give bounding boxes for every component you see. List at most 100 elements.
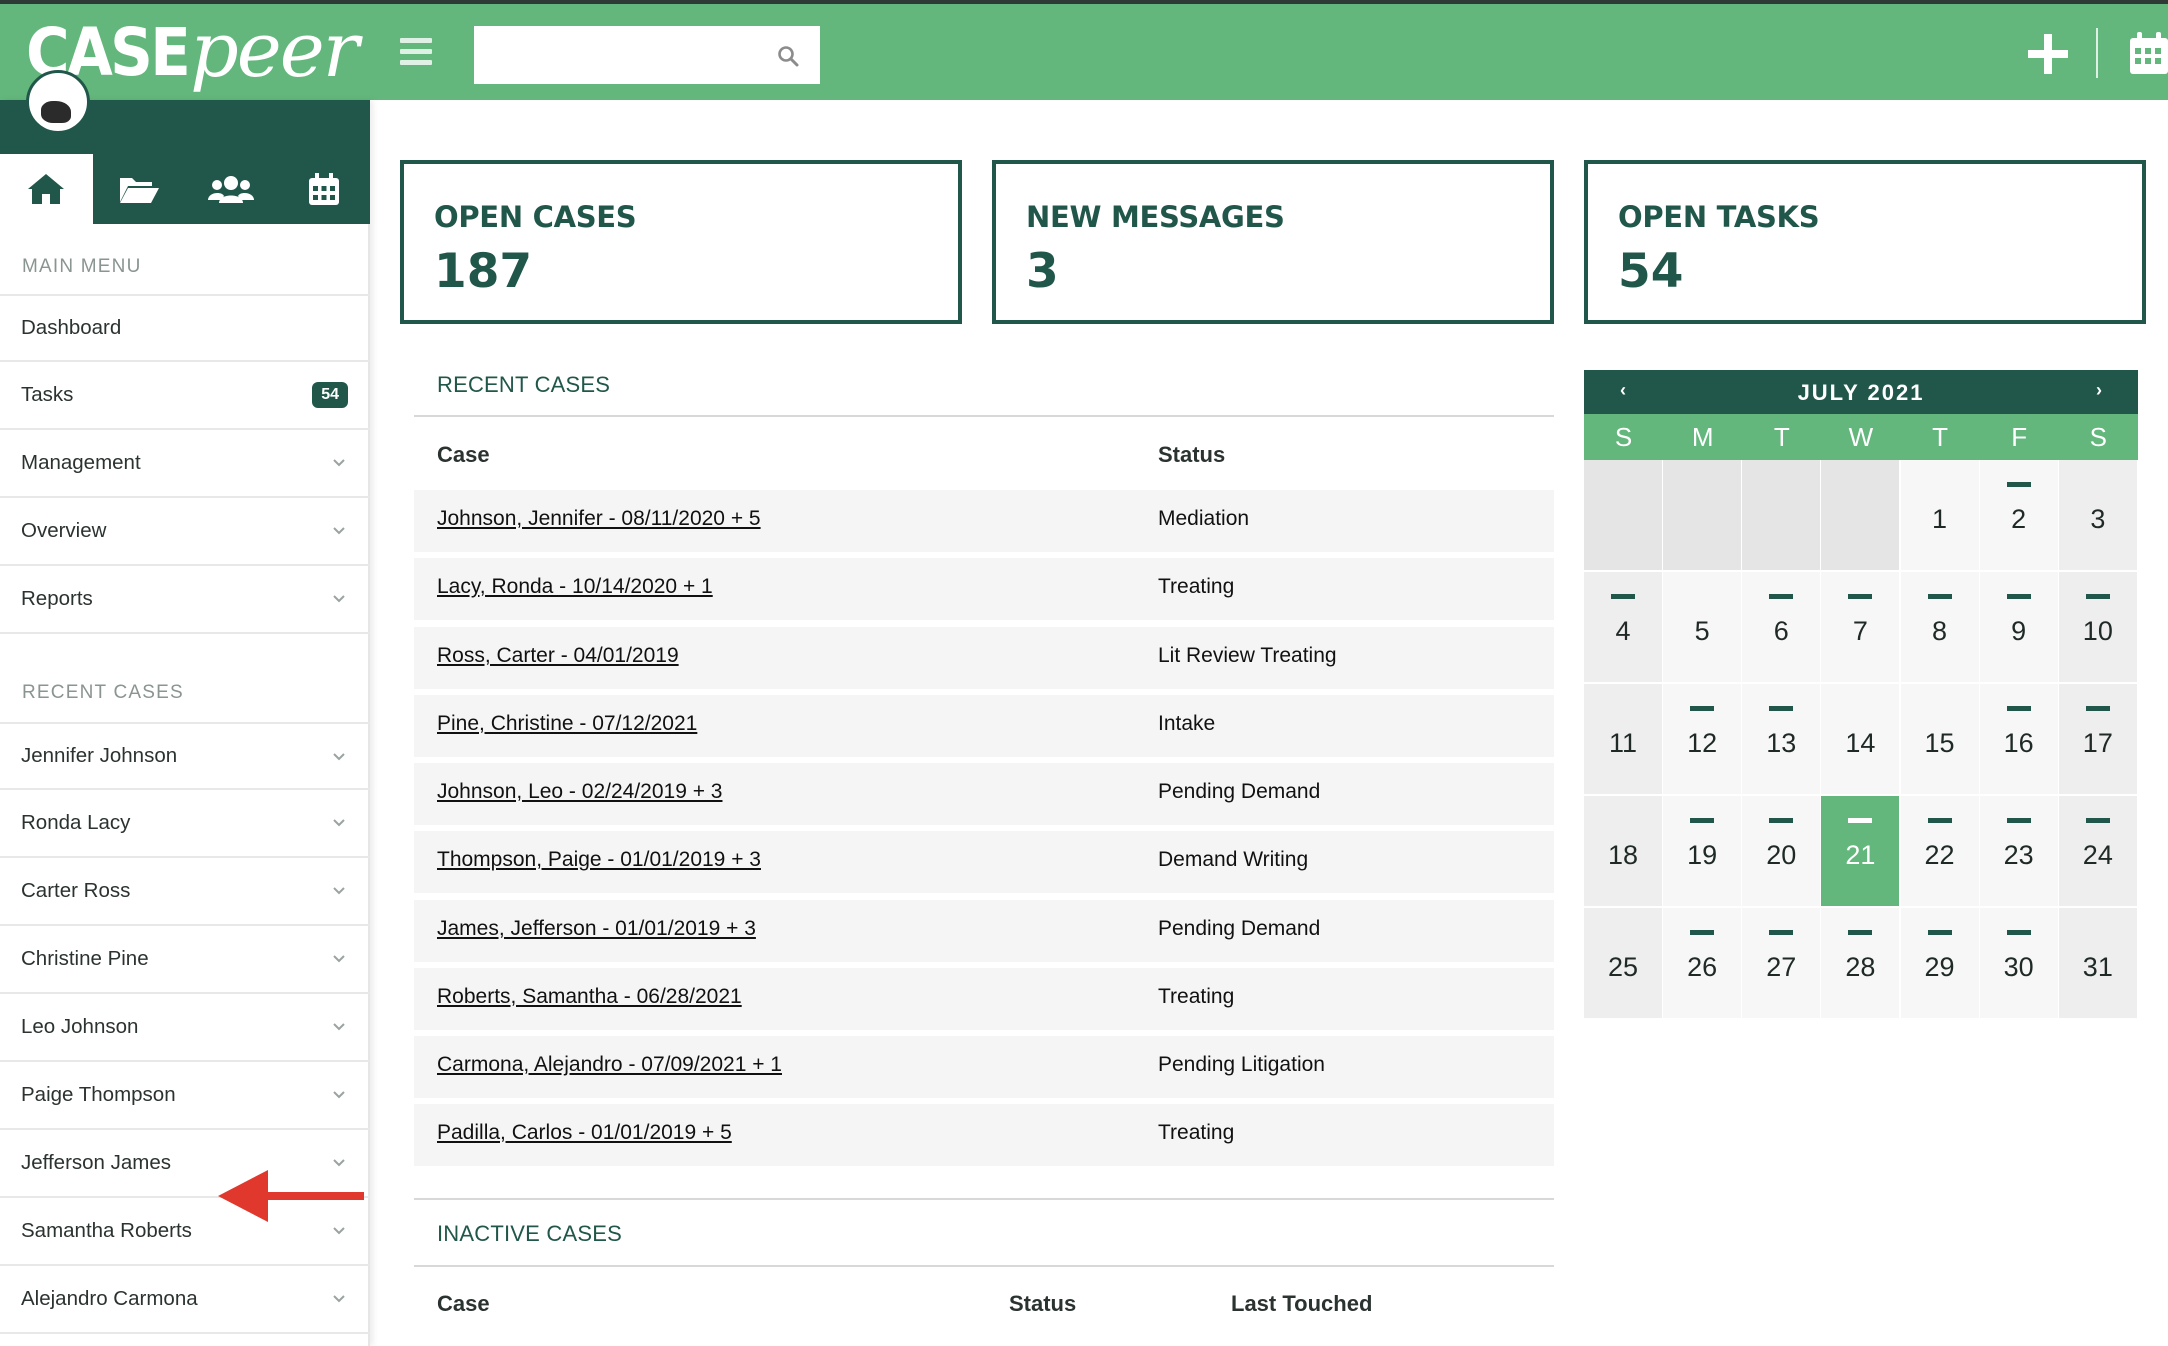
event-indicator: [2006, 818, 2031, 823]
new-messages-card[interactable]: NEW MESSAGES 3: [992, 160, 1554, 324]
divider: [414, 415, 1554, 417]
event-indicator: [1769, 706, 1794, 711]
calendar-day[interactable]: 26: [1663, 908, 1742, 1018]
sidebar-item-tasks[interactable]: Tasks 54: [0, 362, 370, 430]
sidebar-icon-tabs: [0, 154, 370, 224]
sidebar-recent-case[interactable]: Carter Ross: [0, 858, 370, 926]
calendar-day[interactable]: 20: [1742, 796, 1821, 906]
sidebar-item-overview[interactable]: Overview: [0, 498, 370, 566]
case-link[interactable]: Lacy, Ronda - 10/14/2020 + 1: [437, 575, 713, 599]
case-link[interactable]: James, Jefferson - 01/01/2019 + 3: [437, 917, 756, 941]
table-row: Padilla, Carlos - 01/01/2019 + 5 Treatin…: [414, 1104, 1554, 1166]
sidebar-recent-case[interactable]: Christine Pine: [0, 926, 370, 994]
event-indicator: [1690, 818, 1715, 823]
calendar-empty-cell: [1742, 460, 1821, 570]
case-status: Intake: [1158, 712, 1216, 735]
calendar-day[interactable]: 24: [2058, 796, 2137, 906]
event-indicator: [1848, 930, 1873, 935]
event-indicator: [1848, 818, 1873, 823]
chevron-down-icon: [333, 955, 345, 963]
calendar-day[interactable]: 10: [2058, 572, 2137, 682]
calendar-day[interactable]: 9: [1979, 572, 2058, 682]
calendar-day[interactable]: 28: [1821, 908, 1900, 1018]
calendar-day[interactable]: 19: [1663, 796, 1742, 906]
open-tasks-card[interactable]: OPEN TASKS 54: [1584, 160, 2146, 324]
sidebar-item-label: Jennifer Johnson: [21, 744, 178, 767]
weekday-label: T: [1773, 422, 1790, 452]
calendar-day[interactable]: 3: [2058, 460, 2137, 570]
calendar-day-today[interactable]: 21: [1821, 796, 1900, 906]
sidebar-item-label: Reports: [21, 587, 93, 610]
table-row: Ross, Carter - 04/01/2019 Lit Review Tre…: [414, 627, 1554, 689]
calendar-icon[interactable]: [2128, 30, 2168, 76]
calendar-day[interactable]: 30: [1979, 908, 2058, 1018]
case-status: Lit Review Treating: [1158, 644, 1337, 667]
sidebar-item-reports[interactable]: Reports: [0, 566, 370, 634]
avatar[interactable]: [26, 70, 90, 134]
calendar-weekday-row: S M T W T F S: [1584, 414, 2138, 460]
sidebar-item-dashboard[interactable]: Dashboard: [0, 294, 370, 362]
case-link[interactable]: Ross, Carter - 04/01/2019: [437, 644, 679, 668]
contacts-tab[interactable]: [185, 154, 278, 224]
users-icon: [208, 176, 255, 203]
calendar-day[interactable]: 4: [1584, 572, 1662, 682]
calendar-day[interactable]: 18: [1584, 796, 1662, 906]
calendar-day[interactable]: 8: [1900, 572, 1979, 682]
card-title: OPEN TASKS: [1618, 200, 1820, 234]
event-indicator: [2006, 594, 2031, 599]
event-indicator: [2085, 706, 2110, 711]
recent-cases-label: RECENT CASES: [22, 682, 184, 703]
calendar-day[interactable]: 25: [1584, 908, 1662, 1018]
calendar-day[interactable]: 14: [1821, 684, 1900, 794]
case-link[interactable]: Johnson, Leo - 02/24/2019 + 3: [437, 780, 722, 804]
case-link[interactable]: Roberts, Samantha - 06/28/2021: [437, 985, 742, 1009]
case-link[interactable]: Carmona, Alejandro - 07/09/2021 + 1: [437, 1053, 782, 1077]
calendar-day[interactable]: 11: [1584, 684, 1662, 794]
case-link[interactable]: Thompson, Paige - 01/01/2019 + 3: [437, 848, 761, 872]
case-link[interactable]: Padilla, Carlos - 01/01/2019 + 5: [437, 1121, 732, 1145]
calendar-day[interactable]: 7: [1821, 572, 1900, 682]
calendar-day-number: 13: [1766, 728, 1797, 758]
calendar-day-number: 24: [2082, 840, 2113, 870]
home-tab[interactable]: [0, 154, 93, 224]
search-icon[interactable]: [776, 44, 800, 68]
sidebar-item-management[interactable]: Management: [0, 430, 370, 498]
calendar-day[interactable]: 2: [1979, 460, 2058, 570]
calendar-day[interactable]: 6: [1742, 572, 1821, 682]
calendar-day[interactable]: 22: [1900, 796, 1979, 906]
sidebar-recent-case[interactable]: Alejandro Carmona: [0, 1266, 370, 1334]
case-link[interactable]: Johnson, Jennifer - 08/11/2020 + 5: [437, 507, 761, 531]
sidebar-item-label: Alejandro Carmona: [21, 1287, 198, 1310]
sidebar-recent-case[interactable]: Jennifer Johnson: [0, 722, 370, 790]
calendar-day[interactable]: 23: [1979, 796, 2058, 906]
add-new-icon[interactable]: [2028, 34, 2068, 74]
search-input[interactable]: [474, 26, 764, 84]
next-month-button[interactable]: ›: [2096, 380, 2102, 401]
weekday-label: S: [2089, 422, 2107, 452]
sidebar-recent-case[interactable]: Leo Johnson: [0, 994, 370, 1062]
calendar-day[interactable]: 5: [1663, 572, 1742, 682]
calendar-day-number: 23: [2003, 840, 2034, 870]
table-row: Roberts, Samantha - 06/28/2021 Treating: [414, 968, 1554, 1030]
calendar-day[interactable]: 16: [1979, 684, 2058, 794]
calendar-day[interactable]: 13: [1742, 684, 1821, 794]
cases-tab[interactable]: [93, 154, 186, 224]
tasks-count-badge: 54: [312, 382, 348, 408]
open-cases-card[interactable]: OPEN CASES 187: [400, 160, 962, 324]
hamburger-menu-icon[interactable]: [400, 38, 432, 66]
case-link[interactable]: Pine, Christine - 07/12/2021: [437, 712, 697, 736]
calendar-day-number: 31: [2082, 952, 2113, 982]
sidebar-recent-case[interactable]: Paige Thompson: [0, 1062, 370, 1130]
calendar-day[interactable]: 12: [1663, 684, 1742, 794]
calendar-day[interactable]: 29: [1900, 908, 1979, 1018]
event-indicator: [1611, 594, 1635, 599]
calendar-day-number: 18: [1607, 840, 1639, 870]
sidebar-recent-case[interactable]: Ronda Lacy: [0, 790, 370, 858]
calendar-day-number: 16: [2003, 728, 2034, 758]
calendar-day[interactable]: 15: [1900, 684, 1979, 794]
calendar-day[interactable]: 1: [1900, 460, 1979, 570]
calendar-day[interactable]: 27: [1742, 908, 1821, 1018]
calendar-day[interactable]: 31: [2058, 908, 2137, 1018]
calendar-tab[interactable]: [278, 154, 371, 224]
calendar-day[interactable]: 17: [2058, 684, 2137, 794]
